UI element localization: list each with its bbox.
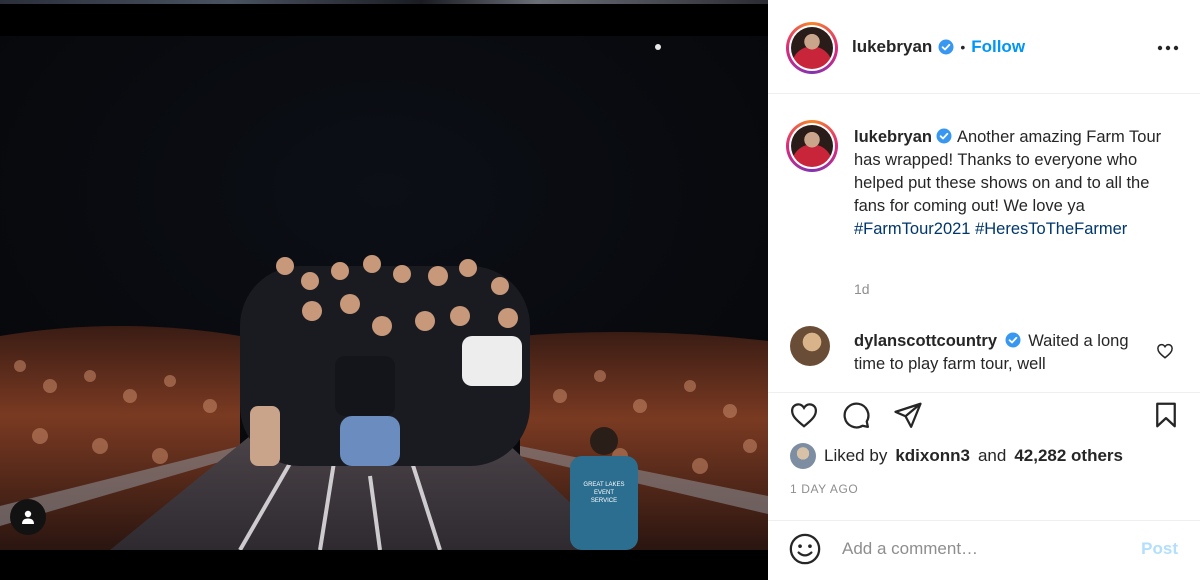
comments-list[interactable]: lukebryan Another amazing Farm Tour has … [768,94,1200,386]
heart-icon [790,403,818,428]
commenter-avatar[interactable] [790,326,830,366]
commenter-username[interactable]: dylanscottcountry [854,332,997,350]
verified-badge-icon [936,128,952,144]
post-caption: lukebryan Another amazing Farm Tour has … [854,126,1174,241]
user-tag-icon [22,510,34,524]
more-options-icon [1157,45,1179,51]
photo-sign-line2: EVENT [594,490,614,496]
caption-username[interactable]: lukebryan [854,128,932,146]
likes-prefix: Liked by [824,446,888,465]
hashtag-link[interactable]: #FarmTour2021 [854,220,970,238]
add-comment-bar: Post [768,520,1200,580]
like-button[interactable] [788,399,820,431]
post-date[interactable]: 1 DAY AGO [790,482,858,496]
liker-username[interactable]: kdixonn3 [895,446,970,466]
hashtag-link[interactable]: #HeresToTheFarmer [975,220,1127,238]
post-header: lukebryan • Follow [768,0,1200,94]
author-avatar[interactable] [786,22,838,74]
follow-button[interactable]: Follow [971,37,1025,57]
photo-sign-line1: GREAT LAKES [583,482,624,488]
user-tag-button[interactable] [10,499,46,535]
post-photo[interactable]: GREAT LAKES EVENT SERVICE [0,36,768,550]
emoji-icon[interactable] [788,532,822,566]
post-comment-button[interactable]: Post [1141,539,1178,559]
comment-item: dylanscottcountry Waited a long time to … [768,326,1200,376]
comment-input[interactable] [842,535,1132,563]
liker-avatar[interactable] [790,443,816,469]
comment-body: dylanscottcountry Waited a long time to … [854,330,1144,376]
photo-sign-line3: SERVICE [591,498,617,504]
comment-like-heart-icon[interactable] [1156,342,1174,360]
verified-badge-icon [1005,332,1021,348]
author-username[interactable]: lukebryan [852,37,932,57]
post-actions-bar [768,392,1200,436]
concert-stage-photo: GREAT LAKES EVENT SERVICE [0,36,768,550]
comment-button[interactable] [840,399,872,431]
comment-icon [843,402,870,429]
likes-summary: Liked by kdixonn3 and 42,282 others [790,443,1123,469]
header-separator: • [960,39,966,55]
save-button[interactable] [1150,399,1182,431]
post-side-panel: lukebryan • Follow lukebryan Another ama… [768,0,1200,580]
caption-author-avatar[interactable] [786,120,838,172]
post-photo-pane: GREAT LAKES EVENT SERVICE [0,0,768,580]
verified-badge-icon [938,39,954,55]
share-icon [894,402,922,428]
header-user-info: lukebryan • Follow [852,37,1025,57]
caption-timestamp[interactable]: 1d [854,281,870,297]
more-options-button[interactable] [1156,36,1180,60]
bookmark-icon [1156,402,1176,428]
photo-carousel-strip [0,0,768,4]
likes-others-link[interactable]: 42,282 others [1014,446,1123,466]
likes-connector: and [977,446,1007,465]
share-button[interactable] [892,399,924,431]
